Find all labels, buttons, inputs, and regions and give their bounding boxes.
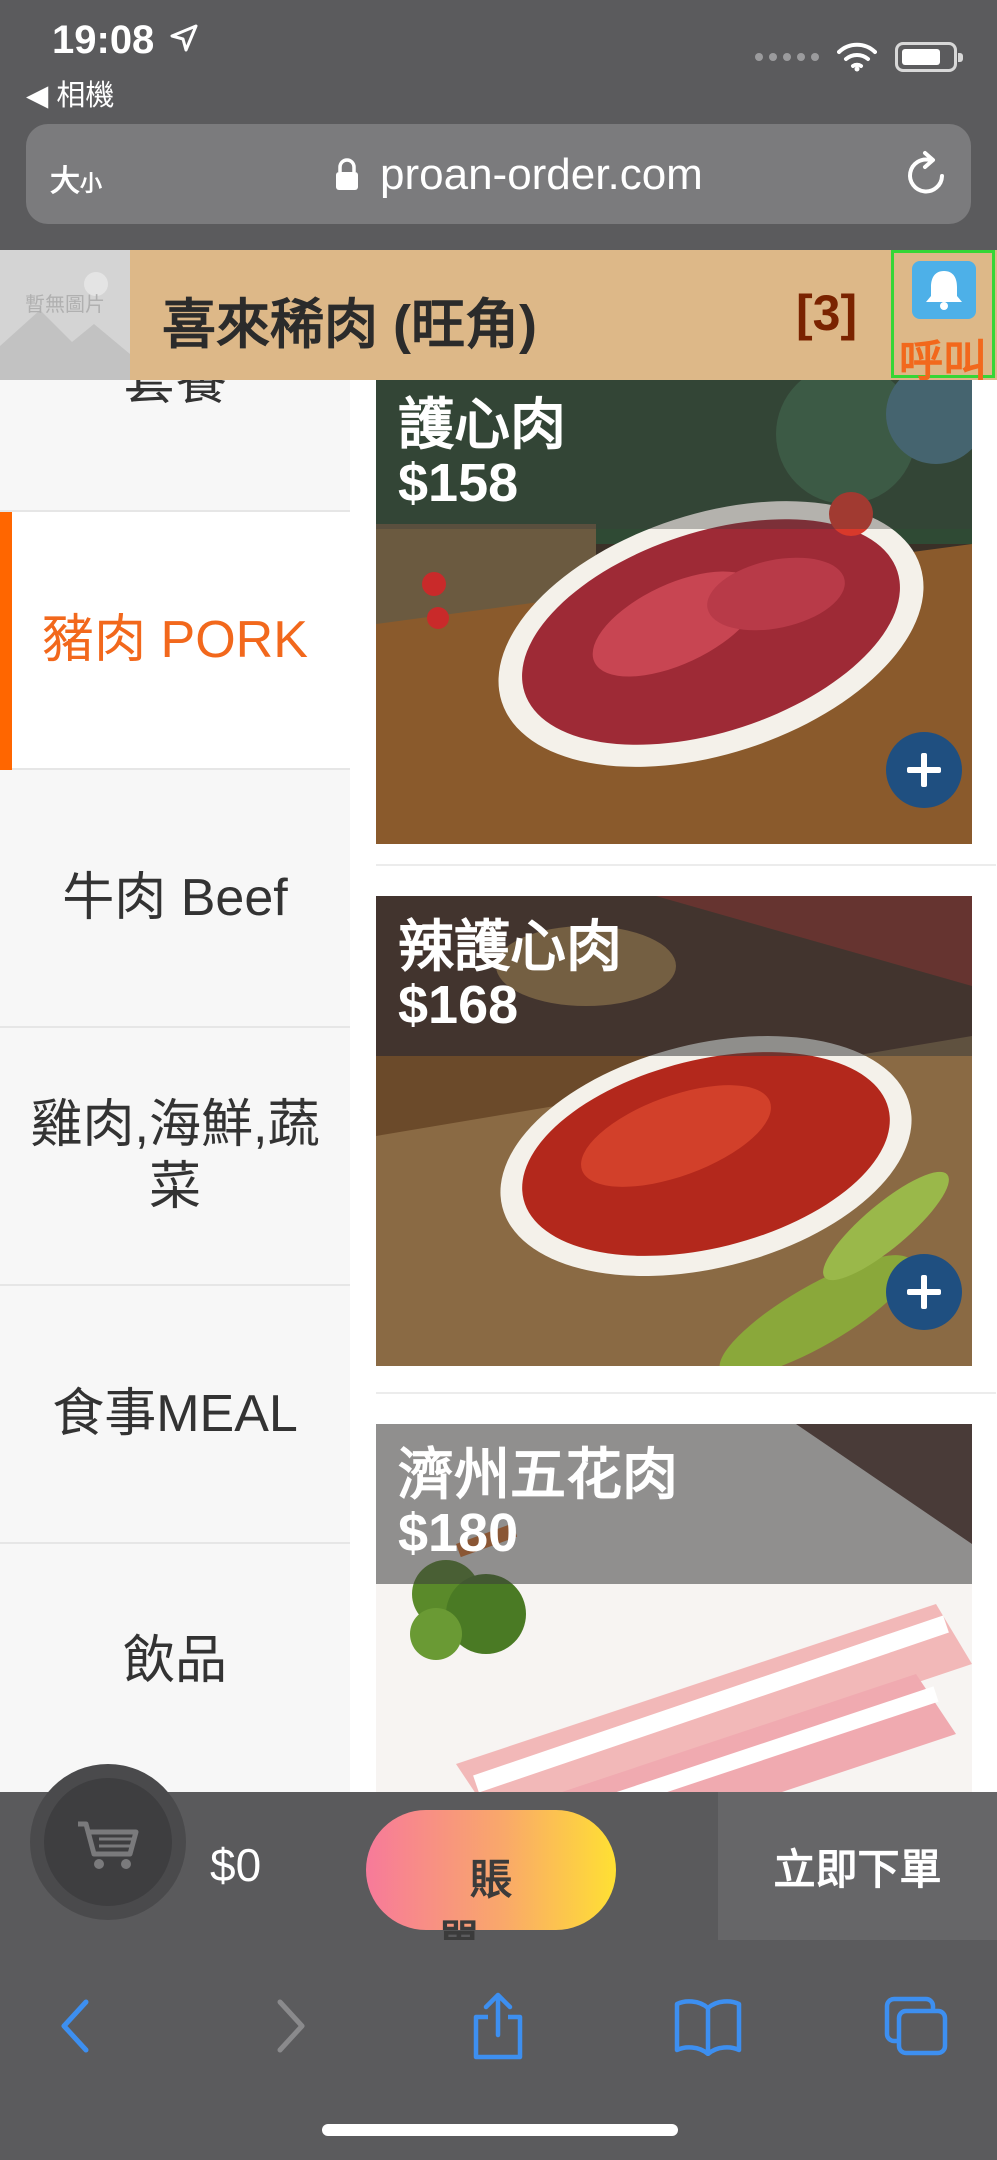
menu-content: 套餐 豬肉 PORK 牛肉 Beef 雞肉,海鮮,蔬菜 食事MEAL 飲品 護心…	[0, 380, 997, 1792]
forward-button[interactable]	[250, 1986, 330, 2066]
cart-button[interactable]	[30, 1764, 186, 1920]
category-item-meal[interactable]: 食事MEAL	[0, 1286, 350, 1544]
product-name: 辣護心肉	[398, 915, 622, 980]
store-name: 喜來稀肉 (旺角)	[162, 295, 537, 355]
url-text[interactable]: proan-order.com	[380, 150, 703, 200]
back-to-app-link[interactable]: ◀ 相機	[26, 72, 114, 114]
category-label: 牛肉 Beef	[62, 868, 288, 927]
category-item-drinks[interactable]: 飲品	[0, 1544, 350, 1792]
bill-button[interactable]: 賬單	[366, 1810, 616, 1965]
home-indicator	[322, 2124, 678, 2136]
divider	[376, 1392, 996, 1394]
category-item-chicken-seafood-veg[interactable]: 雞肉,海鮮,蔬菜	[0, 1028, 350, 1286]
bell-icon	[912, 261, 976, 319]
status-bar: 19:08 ◀ 相機	[0, 0, 997, 120]
book-icon	[674, 1999, 742, 2056]
product-card[interactable]: 護心肉 $158	[376, 380, 972, 844]
reload-icon[interactable]	[903, 150, 949, 198]
share-icon	[473, 1992, 523, 2060]
cart-bar: $0 賬單 立即下單	[0, 1764, 997, 1965]
back-button[interactable]	[36, 1986, 116, 2066]
status-indicators	[755, 42, 963, 72]
chevron-left-icon	[61, 1999, 89, 2053]
order-now-button[interactable]: 立即下單	[718, 1792, 997, 1940]
chevron-right-icon	[277, 1999, 305, 2053]
tabs-button[interactable]	[876, 1986, 956, 2066]
product-price: $168	[398, 975, 519, 1035]
call-waiter-button[interactable]: 呼叫	[891, 250, 995, 387]
product-name: 濟州五花肉	[398, 1443, 678, 1508]
category-label: 飲品	[122, 1632, 227, 1690]
browser-toolbar	[0, 1940, 997, 2160]
product-price: $180	[398, 1503, 519, 1563]
divider	[376, 864, 996, 866]
logo-placeholder-text: 暫無圖片	[25, 292, 105, 316]
cart-total: $0	[210, 1839, 262, 1891]
signal-dots-icon	[755, 53, 819, 61]
shopping-cart-icon	[78, 1821, 139, 1869]
lock-icon	[336, 158, 358, 190]
product-list: 護心肉 $158 辣護心肉 $168 濟州五花肉 $180	[350, 380, 997, 1792]
status-time: 19:08	[52, 18, 155, 62]
store-logo: 暫無圖片	[0, 250, 130, 380]
location-arrow-icon	[170, 24, 198, 52]
bookmarks-button[interactable]	[668, 1986, 748, 2066]
category-sidebar: 套餐 豬肉 PORK 牛肉 Beef 雞肉,海鮮,蔬菜 食事MEAL 飲品	[0, 380, 350, 1792]
tabs-icon	[884, 1996, 948, 2056]
add-to-cart-button[interactable]	[886, 732, 962, 808]
text-size-small-label: 小	[80, 171, 103, 196]
table-count: [3]	[796, 285, 858, 341]
wifi-icon	[837, 42, 877, 72]
category-label: 豬肉 PORK	[42, 610, 308, 669]
text-size-button[interactable]: 大小	[50, 156, 102, 200]
add-to-cart-button[interactable]	[886, 1254, 962, 1330]
cart-inner	[44, 1778, 172, 1906]
address-bar[interactable]: 大小 proan-order.com	[26, 124, 971, 224]
product-card[interactable]: 濟州五花肉 $180	[376, 1424, 972, 1792]
product-card[interactable]: 辣護心肉 $168	[376, 896, 972, 1366]
product-price: $158	[398, 453, 519, 513]
category-label: 雞肉,海鮮,蔬菜	[30, 1095, 320, 1216]
category-item-pork[interactable]: 豬肉 PORK	[0, 512, 350, 770]
share-button[interactable]	[458, 1986, 538, 2066]
category-label: 套餐	[122, 380, 227, 411]
category-label: 食事MEAL	[52, 1384, 298, 1443]
battery-icon	[895, 42, 963, 72]
text-size-label: 大	[50, 165, 80, 198]
order-now-label: 立即下單	[773, 1844, 942, 1894]
category-item-beef[interactable]: 牛肉 Beef	[0, 770, 350, 1028]
store-header: 暫無圖片 喜來稀肉 (旺角) [3] 呼叫	[0, 250, 997, 387]
product-name: 護心肉	[398, 393, 566, 458]
category-item-set-meal[interactable]: 套餐	[0, 380, 350, 512]
